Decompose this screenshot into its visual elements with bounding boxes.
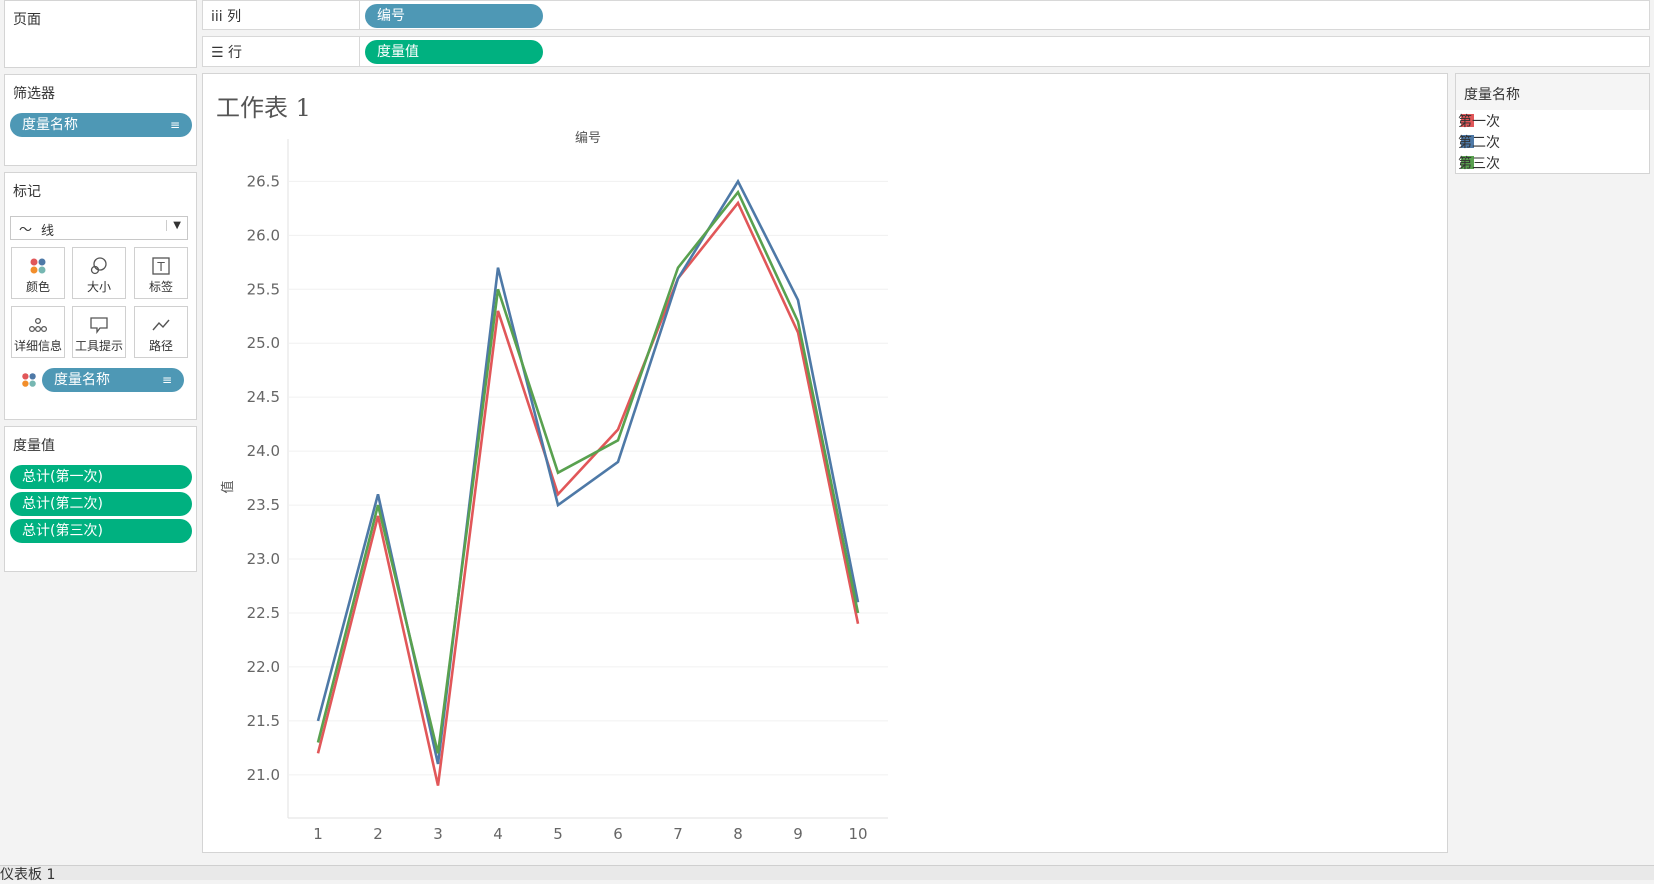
sort-icon: ≡ <box>161 373 172 387</box>
legend-item-label[interactable]: 第三次 <box>1458 153 1500 173</box>
pages-shelf-title: 页面 <box>13 12 41 28</box>
color-button[interactable]: 颜色 <box>11 247 65 299</box>
y-axis-label: 值 <box>220 480 236 493</box>
series-line-2 <box>316 178 860 765</box>
rows-label-text: 行 <box>228 45 243 61</box>
series-line-1 <box>316 200 860 786</box>
y-tick-label: 25.0 <box>247 334 280 352</box>
chevron-down-icon[interactable]: ▼ <box>166 220 181 231</box>
legend-item-label[interactable]: 第一次 <box>1458 111 1500 131</box>
tooltip-label: 工具提示 <box>74 339 123 353</box>
legend-title: 度量名称 <box>1464 87 1520 103</box>
rows-pill-label: 度量值 <box>377 44 419 60</box>
mark-type-label: 线 <box>41 224 55 239</box>
line-chart: 编号21.021.522.022.523.023.524.024.525.025… <box>220 131 888 843</box>
x-tick-label: 8 <box>733 825 743 843</box>
y-tick-label: 26.5 <box>247 172 280 190</box>
pages-shelf[interactable]: 页面 <box>4 0 197 68</box>
path-button[interactable]: 路径 <box>134 306 188 358</box>
measure-values-title: 度量值 <box>13 438 55 454</box>
label-button[interactable]: T 标签 <box>134 247 188 299</box>
x-tick-label: 10 <box>848 825 867 843</box>
y-tick-label: 24.5 <box>247 388 280 406</box>
x-tick-label: 5 <box>553 825 563 843</box>
x-tick-label: 9 <box>793 825 803 843</box>
sheet-tab-bar: 仪表板 1 <box>0 865 1654 883</box>
shelf-divider <box>359 1 360 29</box>
x-tick-label: 2 <box>373 825 383 843</box>
rows-shelf-label: ☰ 行 <box>211 42 242 62</box>
y-tick-label: 26.0 <box>247 226 280 244</box>
y-tick-label: 22.5 <box>247 604 280 622</box>
y-tick-label: 24.0 <box>247 442 280 460</box>
size-icon <box>90 257 107 275</box>
y-tick-label: 22.0 <box>247 658 280 676</box>
color-pill-label: 度量名称 <box>54 372 110 388</box>
measure-pill-2[interactable]: 总计(第二次) <box>10 492 192 516</box>
detail-icon <box>28 317 48 333</box>
mark-type-dropdown[interactable]: 〜 线 ▼ <box>10 216 188 240</box>
y-tick-label: 23.0 <box>247 550 280 568</box>
y-tick-label: 21.0 <box>247 766 280 784</box>
measure-pill-3[interactable]: 总计(第三次) <box>10 519 192 543</box>
x-tick-label: 6 <box>613 825 623 843</box>
rows-shelf[interactable]: ☰ 行 度量值 <box>202 36 1650 67</box>
label-label: 标签 <box>148 280 173 294</box>
y-tick-label: 21.5 <box>247 712 280 730</box>
svg-text:T: T <box>156 260 165 274</box>
series-line-3 <box>316 189 860 754</box>
x-tick-label: 4 <box>493 825 503 843</box>
color-label: 颜色 <box>25 280 50 294</box>
detail-button[interactable]: 详细信息 <box>11 306 65 358</box>
sort-icon: ≡ <box>169 118 180 132</box>
color-pill[interactable]: 度量名称 ≡ <box>42 368 184 392</box>
line-icon: 〜 <box>19 223 33 238</box>
measure-pill-label: 总计(第一次) <box>22 469 103 485</box>
measure-values-panel: 度量值 总计(第一次) 总计(第二次) 总计(第三次) <box>4 426 197 572</box>
shelf-divider <box>359 37 360 66</box>
columns-shelf-label: iii 列 <box>211 6 241 26</box>
columns-shelf[interactable]: iii 列 编号 <box>202 0 1650 30</box>
columns-icon: iii <box>211 9 223 25</box>
x-tick-label: 3 <box>433 825 443 843</box>
rows-icon: ☰ <box>211 45 224 61</box>
path-label: 路径 <box>148 339 173 353</box>
rows-pill[interactable]: 度量值 <box>365 40 543 64</box>
x-tick-label: 7 <box>673 825 683 843</box>
detail-label: 详细信息 <box>13 339 62 353</box>
y-tick-label: 23.5 <box>247 496 280 514</box>
columns-pill[interactable]: 编号 <box>365 4 543 28</box>
columns-label-text: 列 <box>227 9 242 25</box>
size-label: 大小 <box>86 280 111 294</box>
measure-pill-label: 总计(第三次) <box>22 523 103 539</box>
filter-pill[interactable]: 度量名称 ≡ <box>10 113 192 137</box>
measure-pill-label: 总计(第二次) <box>22 496 103 512</box>
text-icon: T <box>152 257 170 275</box>
color-dots-icon <box>22 373 36 387</box>
tooltip-icon <box>90 317 108 334</box>
x-tick-label: 1 <box>313 825 323 843</box>
y-tick-label: 25.5 <box>247 280 280 298</box>
path-icon <box>152 319 170 331</box>
marks-title: 标记 <box>13 184 41 200</box>
dashboard-tab[interactable]: 仪表板 1 <box>0 864 55 884</box>
tooltip-button[interactable]: 工具提示 <box>72 306 126 358</box>
columns-pill-label: 编号 <box>377 8 405 24</box>
color-icon <box>30 258 46 274</box>
chart-title: 编号 <box>575 131 601 146</box>
size-button[interactable]: 大小 <box>72 247 126 299</box>
filters-panel: 筛选器 度量名称 ≡ <box>4 74 197 166</box>
legend-item-label[interactable]: 第二次 <box>1458 132 1500 152</box>
measure-pill-1[interactable]: 总计(第一次) <box>10 465 192 489</box>
filters-title: 筛选器 <box>13 86 55 102</box>
filter-pill-label: 度量名称 <box>22 117 78 133</box>
